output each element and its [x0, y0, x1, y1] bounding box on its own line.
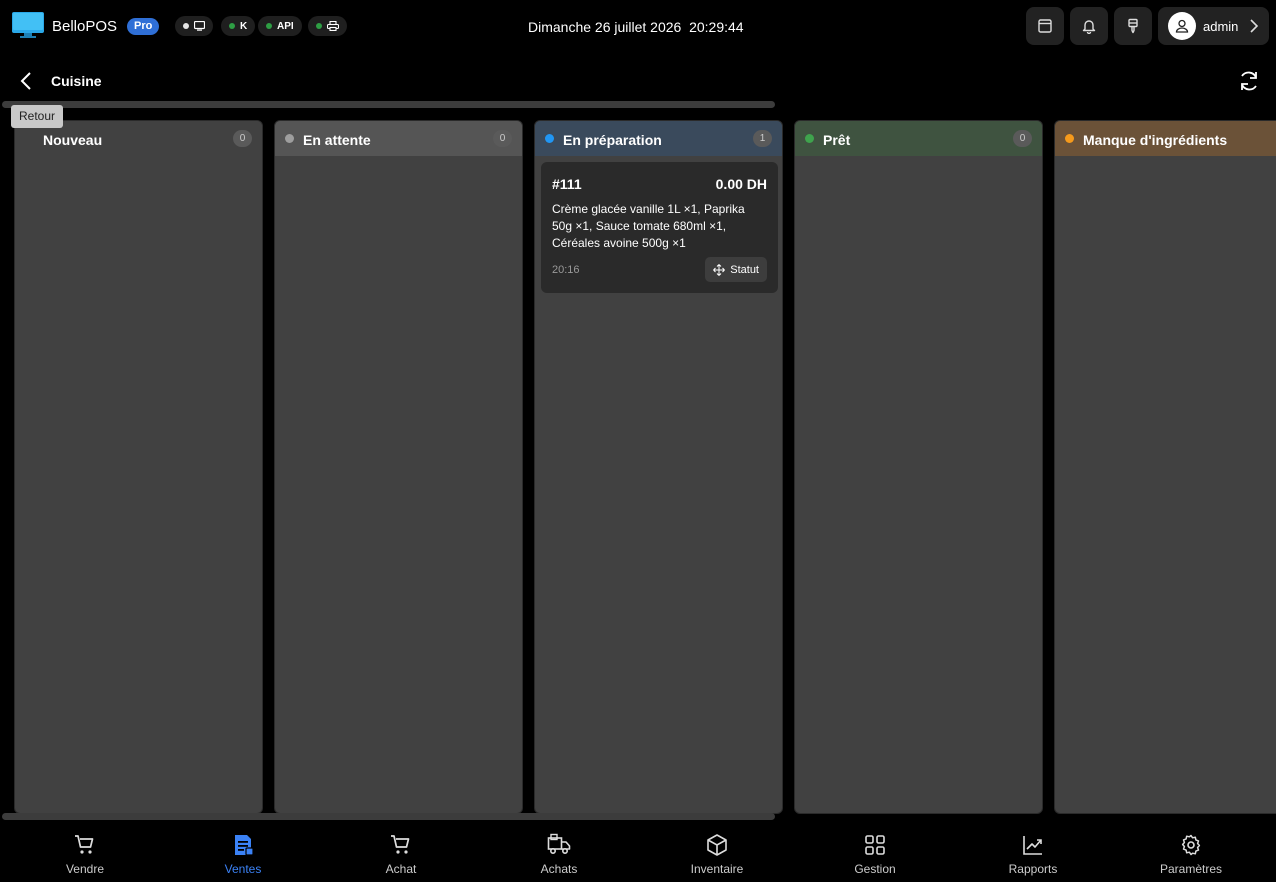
column-status-dot: [285, 134, 294, 143]
nav-vendre[interactable]: Vendre: [6, 822, 164, 882]
bottom-nav: Vendre Ventes Achat Achats Inventaire Ge…: [0, 822, 1276, 882]
status-button[interactable]: Statut: [705, 257, 767, 282]
move-icon: [713, 263, 726, 276]
refresh-icon[interactable]: [1236, 68, 1262, 94]
pro-badge: Pro: [127, 18, 160, 35]
column-nouveau: Nouveau 0: [14, 120, 263, 814]
nav-label: Achat: [385, 862, 417, 876]
column-header: En préparation 1: [535, 121, 782, 156]
bell-icon: [1082, 20, 1096, 34]
monitor-logo-icon: [12, 12, 44, 38]
cart-icon: [75, 835, 94, 854]
nav-label: Gestion: [854, 862, 896, 876]
status-button-label: Statut: [730, 263, 759, 276]
column-en-preparation: En préparation 1 #111 0.00 DH Crème glac…: [534, 120, 783, 814]
nav-rapports[interactable]: Rapports: [954, 822, 1112, 882]
cart-icon: [391, 835, 410, 854]
nav-label: Rapports: [1008, 862, 1058, 876]
column-title: Prêt: [823, 132, 851, 148]
nav-label: Paramètres: [1159, 862, 1223, 876]
order-time: 20:16: [552, 264, 580, 276]
chart-icon: [1023, 836, 1042, 855]
column-title: En attente: [303, 132, 371, 148]
column-header: En attente 0: [275, 121, 522, 156]
printer-icon: [327, 21, 339, 31]
status-dot: [266, 23, 272, 29]
page-title: Cuisine: [51, 73, 102, 89]
top-bar: BelloPOS Pro K API Dimanche 26 juillet 2…: [0, 0, 1276, 52]
status-pill-k[interactable]: K: [221, 16, 256, 36]
column-count-badge: 0: [1013, 130, 1032, 147]
user-menu-button[interactable]: admin: [1158, 7, 1269, 45]
status-dot: [183, 23, 189, 29]
box-icon: [707, 834, 727, 856]
column-status-dot: [545, 134, 554, 143]
back-tooltip: Retour: [11, 105, 64, 128]
order-items: Crème glacée vanille 1L ×1, Paprika 50g …: [552, 202, 745, 250]
nav-gestion[interactable]: Gestion: [796, 822, 954, 882]
nav-ventes[interactable]: Ventes: [164, 822, 322, 882]
back-arrow-icon[interactable]: [16, 70, 38, 92]
datetime: Dimanche 26 juillet 2026 20:29:44: [528, 19, 744, 35]
nav-label: Ventes: [224, 862, 262, 876]
order-card[interactable]: #111 0.00 DH Crème glacée vanille 1L ×1,…: [541, 162, 778, 293]
column-status-dot: [805, 134, 814, 143]
nav-achats[interactable]: Achats: [480, 822, 638, 882]
column-count-badge: 1: [753, 130, 772, 147]
truck-icon: [547, 833, 571, 855]
window-button[interactable]: [1026, 7, 1064, 45]
monitor-icon: [194, 21, 205, 31]
status-dot: [229, 23, 235, 29]
nav-inventaire[interactable]: Inventaire: [638, 822, 796, 882]
status-pill-api[interactable]: API: [258, 16, 302, 36]
status-dot: [316, 23, 322, 29]
column-title: En préparation: [563, 132, 662, 148]
nav-parametres[interactable]: Paramètres: [1112, 822, 1270, 882]
column-en-attente: En attente 0: [274, 120, 523, 814]
brush-icon: [1128, 18, 1138, 34]
column-header: Prêt 0: [795, 121, 1042, 156]
column-count-badge: 0: [233, 130, 252, 147]
column-title: Nouveau: [43, 132, 103, 148]
status-pill-display[interactable]: [175, 16, 213, 36]
column-manque-ingredients: Manque d'ingrédients: [1054, 120, 1276, 814]
column-header: Manque d'ingrédients: [1055, 121, 1276, 156]
brush-button[interactable]: [1114, 7, 1152, 45]
column-count-badge: 0: [493, 130, 512, 147]
grid-icon: [865, 835, 885, 855]
receipt-icon: [235, 835, 254, 856]
order-number: #111: [552, 176, 582, 192]
column-pret: Prêt 0: [794, 120, 1043, 814]
horizontal-scrollbar-top[interactable]: [2, 101, 775, 108]
horizontal-scrollbar-bottom[interactable]: [2, 813, 775, 820]
window-icon: [1038, 19, 1052, 33]
status-pill-label: API: [277, 20, 294, 32]
nav-label: Achats: [540, 862, 578, 876]
user-name: admin: [1203, 19, 1239, 34]
nav-achat[interactable]: Achat: [322, 822, 480, 882]
column-title: Manque d'ingrédients: [1083, 132, 1228, 148]
nav-label: Vendre: [65, 862, 105, 876]
column-status-dot: [1065, 134, 1074, 143]
order-total: 0.00 DH: [715, 176, 767, 192]
status-pill-printer[interactable]: [308, 16, 347, 36]
app-name: BelloPOS: [52, 18, 118, 35]
nav-label: Inventaire: [690, 862, 744, 876]
gear-icon: [1181, 834, 1201, 856]
avatar: [1168, 12, 1196, 40]
status-pill-label: K: [240, 20, 248, 32]
chevron-right-icon: [1250, 19, 1259, 33]
user-icon: [1175, 19, 1189, 33]
notifications-button[interactable]: [1070, 7, 1108, 45]
